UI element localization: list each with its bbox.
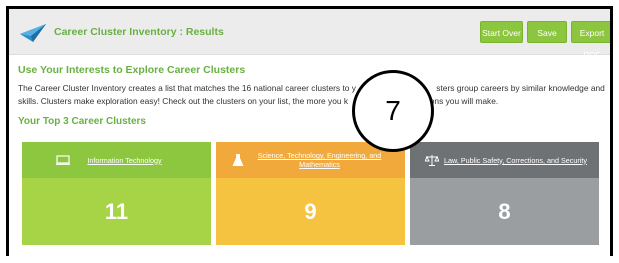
card-score: 8: [410, 178, 599, 245]
cluster-card-stem[interactable]: Science, Technology, Engineering, and Ma…: [216, 142, 405, 245]
top-clusters-heading: Your Top 3 Career Clusters: [18, 116, 146, 127]
card-score: 9: [216, 178, 405, 245]
scales-icon: [425, 155, 439, 166]
card-header: Information Technology: [22, 142, 211, 178]
flask-icon: [232, 154, 244, 166]
card-title-link[interactable]: Science, Technology, Engineering, and Ma…: [242, 151, 397, 169]
step-number-callout: 7: [352, 70, 434, 152]
cluster-card-law-public-safety[interactable]: Law, Public Safety, Corrections, and Sec…: [410, 142, 599, 245]
paper-plane-icon: [20, 24, 46, 42]
card-title-link[interactable]: Law, Public Safety, Corrections, and Sec…: [444, 156, 587, 165]
save-button[interactable]: Save: [527, 21, 567, 43]
card-score: 11: [22, 178, 211, 245]
intro-text-line1-start: The Career Cluster Inventory creates a l…: [18, 83, 356, 93]
header-bar: Career Cluster Inventory : Results Start…: [9, 9, 610, 60]
intro-text-line2-start: skills. Clusters make exploration easy! …: [18, 96, 349, 106]
card-title-link[interactable]: Information Technology: [87, 156, 161, 165]
monitor-icon: [56, 155, 70, 165]
card-header: Law, Public Safety, Corrections, and Sec…: [410, 142, 599, 178]
start-over-button[interactable]: Start Over: [480, 21, 523, 43]
cluster-card-information-technology[interactable]: Information Technology 11: [22, 142, 211, 245]
page-title: Career Cluster Inventory : Results: [54, 26, 224, 38]
section-heading: Use Your Interests to Explore Career Clu…: [18, 64, 246, 76]
intro-description: The Career Cluster Inventory creates a l…: [18, 82, 606, 108]
export-pdf-button[interactable]: Export PDF: [571, 21, 610, 60]
intro-text-line1-end: sters group careers by similar knowledge…: [436, 83, 605, 93]
app-frame: Career Cluster Inventory : Results Start…: [6, 6, 613, 256]
cluster-cards: Information Technology 11 Science, Techn…: [22, 142, 610, 245]
